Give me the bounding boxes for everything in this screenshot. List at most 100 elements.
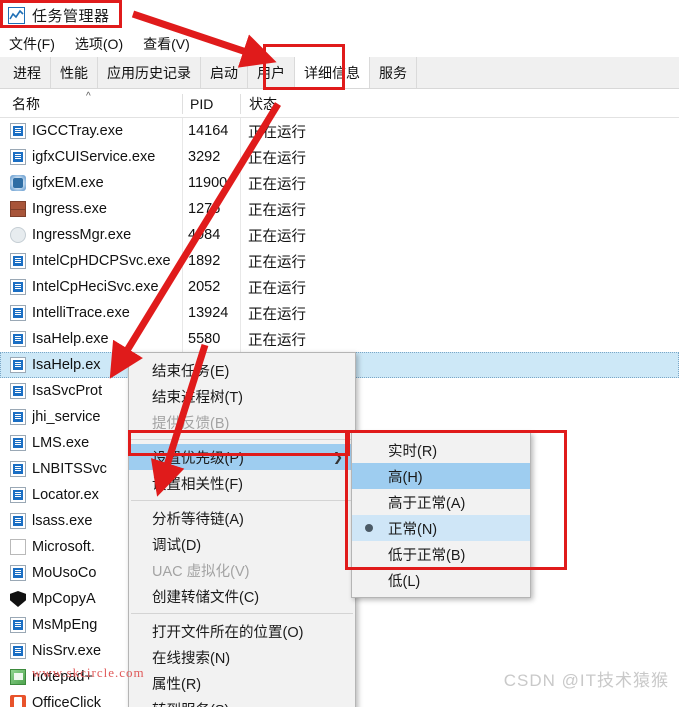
window-icon <box>10 565 26 581</box>
process-name: IsaSvcProt <box>32 383 103 399</box>
context-menu-separator <box>131 500 353 501</box>
column-divider-2[interactable] <box>240 94 241 114</box>
column-divider-1[interactable] <box>182 94 183 114</box>
context-menu-item-label: 设置优先级(P) <box>152 450 244 467</box>
tab-app-history[interactable]: 应用历史记录 <box>98 57 201 88</box>
context-menu-item[interactable]: 结束进程树(T) <box>129 383 355 409</box>
table-row[interactable]: IsaHelp.exe 5580 正在运行 <box>0 326 679 352</box>
window-icon <box>10 279 26 295</box>
process-name: LNBITSSvc <box>32 461 107 477</box>
process-pid: 2052 <box>188 279 221 295</box>
menu-options[interactable]: 选项(O) <box>75 34 123 54</box>
process-name: Locator.ex <box>32 487 99 503</box>
context-menu-item[interactable]: 结束任务(E) <box>129 357 355 383</box>
process-name: IntelliTrace.exe <box>32 305 130 321</box>
process-pid: 13924 <box>188 305 229 321</box>
tab-details[interactable]: 详细信息 <box>295 57 370 88</box>
window-icon <box>10 149 26 165</box>
site-watermark: www.skcircle.com <box>32 665 145 680</box>
process-name: NisSrv.exe <box>32 643 102 659</box>
tab-performance[interactable]: 性能 <box>51 57 98 88</box>
table-row[interactable]: IntelCpHDCPSvc.exe 1892 正在运行 <box>0 248 679 274</box>
office-icon <box>10 695 26 707</box>
process-name: OfficeClick <box>32 695 102 707</box>
column-header-status[interactable]: 状态 <box>249 90 277 118</box>
task-manager-chart-icon <box>8 6 25 24</box>
window-icon <box>10 331 26 347</box>
process-name: lsass.exe <box>32 513 93 529</box>
table-row[interactable]: igfxEM.exe 11900 正在运行 <box>0 170 679 196</box>
process-pid: 11900 <box>188 175 228 191</box>
process-name: IsaHelp.ex <box>32 357 101 373</box>
priority-option[interactable]: 实时(R) <box>352 437 530 463</box>
process-status: 正在运行 <box>248 150 306 167</box>
context-menu-item-label: 在线搜索(N) <box>152 650 231 667</box>
tab-processes[interactable]: 进程 <box>4 57 51 88</box>
context-menu-item-label: 结束任务(E) <box>152 363 230 380</box>
process-status: 正在运行 <box>248 202 306 219</box>
process-pid: 4984 <box>188 227 221 243</box>
priority-option-label: 高(H) <box>388 469 423 486</box>
tab-services[interactable]: 服务 <box>370 57 417 88</box>
table-row[interactable]: igfxCUIService.exe 3292 正在运行 <box>0 144 679 170</box>
brick-icon <box>10 201 26 217</box>
priority-option[interactable]: 正常(N) <box>352 515 530 541</box>
window-title: 任务管理器 <box>32 7 110 25</box>
process-name: IntelCpHeciSvc.exe <box>32 279 159 295</box>
context-menu-item-label: 打开文件所在的位置(O) <box>152 624 304 641</box>
context-menu-separator <box>131 439 353 440</box>
window-icon <box>10 461 26 477</box>
priority-option-label: 高于正常(A) <box>388 495 466 512</box>
window-icon <box>10 643 26 659</box>
tab-users[interactable]: 用户 <box>248 57 295 88</box>
priority-option[interactable]: 高于正常(A) <box>352 489 530 515</box>
column-header-pid[interactable]: PID <box>190 90 213 118</box>
process-pid: 1892 <box>188 253 221 269</box>
context-menu-item-label: 转到服务(S) <box>152 699 229 707</box>
process-status: 正在运行 <box>248 254 306 271</box>
priority-option[interactable]: 低(L) <box>352 567 530 593</box>
context-menu-item[interactable]: 创建转储文件(C) <box>129 583 355 609</box>
context-menu-item[interactable]: 属性(R) <box>129 670 355 696</box>
window-icon <box>10 409 26 425</box>
context-menu-item-label: 提供反馈(B) <box>152 415 230 432</box>
set-priority-submenu[interactable]: 实时(R) 高(H) 高于正常(A) 正常(N) 低于正常(B) 低(L) <box>351 432 531 598</box>
table-row[interactable]: Ingress.exe 1276 正在运行 <box>0 196 679 222</box>
context-menu-item-label: 设置相关性(F) <box>152 476 244 493</box>
process-name: IngressMgr.exe <box>32 227 132 243</box>
context-menu-item[interactable]: 在线搜索(N) <box>129 644 355 670</box>
context-menu-item[interactable]: 调试(D) <box>129 531 355 557</box>
context-menu-item[interactable]: 设置相关性(F) <box>129 470 355 496</box>
menu-view[interactable]: 查看(V) <box>143 34 190 54</box>
table-row[interactable]: IGCCTray.exe 14164 正在运行 <box>0 118 679 144</box>
context-menu-item[interactable]: 分析等待链(A) <box>129 505 355 531</box>
process-status: 正在运行 <box>248 176 306 193</box>
task-manager-window: 任务管理器 文件(F) 选项(O) 查看(V) 进程 性能 应用历史记录 启动 … <box>0 0 679 707</box>
table-row[interactable]: IntelCpHeciSvc.exe 2052 正在运行 <box>0 274 679 300</box>
window-icon <box>10 617 26 633</box>
priority-option[interactable]: 低于正常(B) <box>352 541 530 567</box>
menu-file[interactable]: 文件(F) <box>9 34 55 54</box>
column-header-name[interactable]: 名称 ^ <box>12 90 91 118</box>
table-row[interactable]: IntelliTrace.exe 13924 正在运行 <box>0 300 679 326</box>
process-name: LMS.exe <box>32 435 90 451</box>
priority-option[interactable]: 高(H) <box>352 463 530 489</box>
context-menu-item-label: 调试(D) <box>152 537 202 554</box>
process-status: 正在运行 <box>248 228 306 245</box>
context-menu-item[interactable]: 打开文件所在的位置(O) <box>129 618 355 644</box>
process-pid: 3292 <box>188 149 221 165</box>
context-menu-separator <box>131 613 353 614</box>
table-row[interactable]: IngressMgr.exe 4984 正在运行 <box>0 222 679 248</box>
tab-startup[interactable]: 启动 <box>201 57 248 88</box>
process-context-menu[interactable]: 结束任务(E) 结束进程树(T) 提供反馈(B) 设置优先级(P) ❯ 设置相关性(F) 分… <box>128 352 356 707</box>
context-menu-item[interactable]: 设置优先级(P) ❯ <box>129 444 355 470</box>
process-name: igfxEM.exe <box>32 175 104 191</box>
process-pid: 5580 <box>188 331 221 347</box>
process-status: 正在运行 <box>248 280 306 297</box>
process-name: IsaHelp.exe <box>32 331 109 347</box>
context-menu-item-label: 创建转储文件(C) <box>152 589 260 606</box>
context-menu-item[interactable]: 转到服务(S) <box>129 696 355 707</box>
process-name: IntelCpHDCPSvc.exe <box>32 253 171 269</box>
window-icon <box>10 435 26 451</box>
process-status: 正在运行 <box>248 332 306 349</box>
